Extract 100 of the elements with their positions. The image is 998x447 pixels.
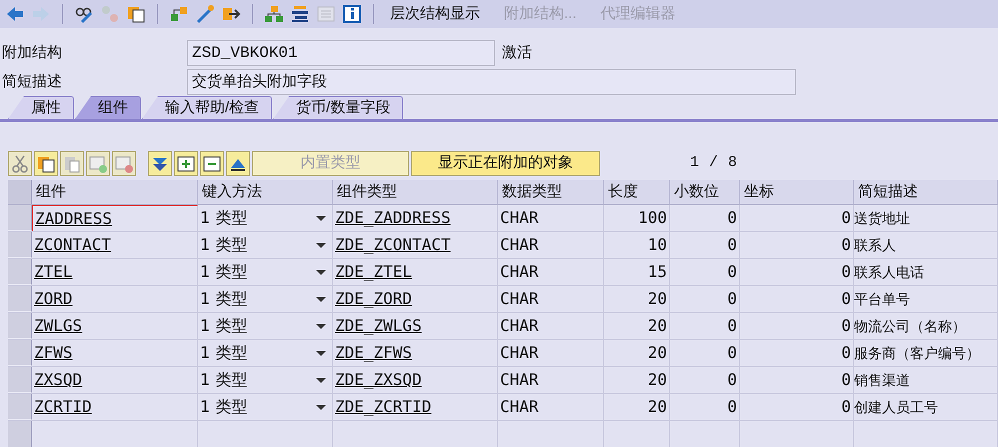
dropdown-field[interactable]: 1 类型: [198, 232, 333, 258]
row-selector[interactable]: [8, 259, 32, 285]
table-cell: 0: [670, 340, 740, 366]
page-number: 1: [690, 153, 700, 174]
table-link[interactable]: ZTEL: [32, 259, 198, 285]
table-cell: CHAR: [498, 313, 604, 339]
hierarchy-icon[interactable]: [263, 3, 285, 25]
table-link[interactable]: ZDE_ZCRTID: [333, 394, 498, 420]
table-link[interactable]: ZORD: [32, 286, 198, 312]
row-selector[interactable]: [8, 205, 32, 231]
table-cell: 联系人电话: [854, 259, 998, 285]
table-cell: 0: [740, 394, 854, 420]
table-cell: CHAR: [498, 205, 604, 231]
table-cell: 0: [670, 259, 740, 285]
column-header[interactable]: 简短描述: [854, 180, 998, 204]
table-cell: 20: [604, 394, 670, 420]
copy-icon[interactable]: [34, 151, 58, 176]
dropdown-caret-icon: [316, 296, 326, 302]
toolbar-button[interactable]: 显示正在附加的对象: [411, 151, 600, 176]
field-label: 附加结构: [1, 42, 63, 63]
dropdown-field[interactable]: 1 类型: [198, 367, 333, 393]
table-link[interactable]: ZWLGS: [32, 313, 198, 339]
info-icon[interactable]: [341, 3, 363, 25]
table-cell: CHAR: [498, 367, 604, 393]
table-cell: 销售渠道: [854, 367, 998, 393]
dropdown-field[interactable]: 1 类型: [198, 259, 333, 285]
text-field[interactable]: ZSD_VBKOK01: [187, 40, 495, 66]
table-link[interactable]: ZADDRESS: [32, 205, 198, 231]
dropdown-caret-icon: [316, 404, 326, 410]
table-link[interactable]: ZDE_ZWLGS: [333, 313, 498, 339]
column-header[interactable]: 组件: [32, 180, 198, 204]
table-link[interactable]: ZCONTACT: [32, 232, 198, 258]
column-header[interactable]: 小数位: [670, 180, 740, 204]
filter-icon[interactable]: [148, 151, 172, 176]
table-cell: CHAR: [498, 286, 604, 312]
table-cell: 0: [670, 313, 740, 339]
table-link[interactable]: ZDE_ZORD: [333, 286, 498, 312]
row-selector[interactable]: [8, 340, 32, 366]
table-cell: 0: [740, 205, 854, 231]
table-cell: CHAR: [498, 340, 604, 366]
row-selector[interactable]: [8, 313, 32, 339]
page-total: 8: [728, 153, 738, 174]
tab[interactable]: 货币/数量字段: [273, 96, 404, 119]
table-cell: CHAR: [498, 259, 604, 285]
tab[interactable]: 输入帮助/检查: [142, 96, 272, 119]
table-cell: 100: [604, 205, 670, 231]
table-cell: 0: [740, 367, 854, 393]
column-header[interactable]: 键入方法: [198, 180, 333, 204]
row-selector[interactable]: [8, 367, 32, 393]
dropdown-caret-icon: [316, 216, 326, 220]
table-cell: 20: [604, 286, 670, 312]
table-cell: CHAR: [498, 394, 604, 420]
table-cell: 0: [740, 286, 854, 312]
table-cell: 0: [670, 394, 740, 420]
field-label: 简短描述: [1, 72, 63, 92]
table-link[interactable]: ZDE_ZCONTACT: [333, 232, 498, 258]
table-cell: 送货地址: [854, 205, 998, 231]
table-cell: 15: [604, 259, 670, 285]
table-cell: 0: [740, 232, 854, 258]
column-header[interactable]: 数据类型: [498, 180, 604, 204]
table-cell: 0: [670, 205, 740, 231]
column-header[interactable]: 组件类型: [333, 180, 498, 204]
table-cell: 20: [604, 340, 670, 366]
dropdown-field[interactable]: 1 类型: [198, 286, 333, 312]
text-field[interactable]: 交货单抬头附加字段: [187, 69, 796, 95]
row-selector[interactable]: [8, 232, 32, 258]
table-cell: 0: [740, 340, 854, 366]
stacked-bars-icon[interactable]: [289, 3, 311, 25]
table-cell: 0: [670, 367, 740, 393]
expand-icon[interactable]: [174, 151, 198, 176]
table-link[interactable]: ZFWS: [32, 340, 198, 366]
table-link[interactable]: ZDE_ZFWS: [333, 340, 498, 366]
row-selector[interactable]: [8, 421, 32, 447]
dropdown-caret-icon: [316, 242, 326, 248]
tab[interactable]: 组件: [75, 96, 141, 119]
table-cell: CHAR: [498, 232, 604, 258]
tab[interactable]: 属性: [8, 96, 74, 119]
table-link[interactable]: ZXSQD: [32, 367, 198, 393]
dropdown-field[interactable]: 1 类型: [198, 313, 333, 339]
table-cell: 0: [670, 232, 740, 258]
table-link[interactable]: ZDE_ZTEL: [333, 259, 498, 285]
table-cell: 20: [604, 313, 670, 339]
collapse-icon[interactable]: [200, 151, 224, 176]
table-link[interactable]: ZDE_ZXSQD: [333, 367, 498, 393]
column-header[interactable]: 坐标: [740, 180, 854, 204]
row-selector[interactable]: [8, 286, 32, 312]
table-cell: 0: [740, 313, 854, 339]
row-selector[interactable]: [8, 394, 32, 420]
table-link[interactable]: ZCRTID: [32, 394, 198, 420]
table-cell: 10: [604, 232, 670, 258]
table-cell: 联系人: [854, 232, 998, 258]
dropdown-caret-icon: [316, 350, 326, 356]
dropdown-field[interactable]: 1 类型: [198, 205, 333, 231]
status-text: 激活: [502, 42, 532, 63]
dropdown-field[interactable]: 1 类型: [198, 394, 333, 420]
dropdown-caret-icon: [316, 324, 326, 328]
table-link[interactable]: ZDE_ZADDRESS: [333, 205, 498, 231]
column-header[interactable]: 长度: [604, 180, 670, 204]
dropdown-field[interactable]: 1 类型: [198, 340, 333, 366]
toolbar-button[interactable]: 层次结构显示: [384, 2, 486, 26]
